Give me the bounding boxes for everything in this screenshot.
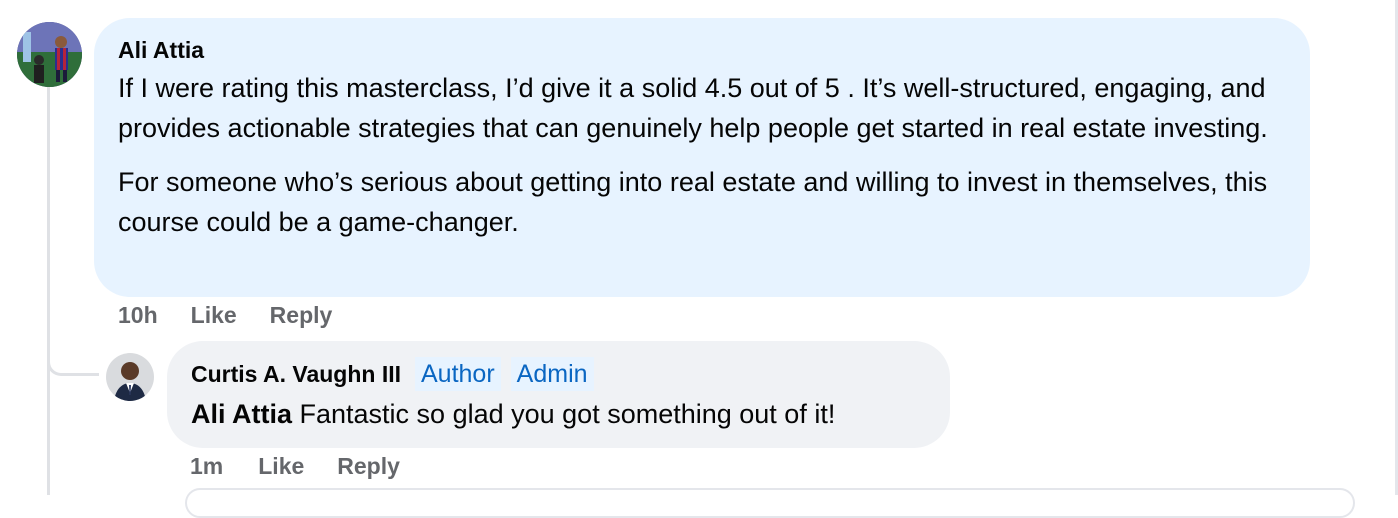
comment-paragraph: For someone who’s serious about getting …	[118, 167, 1268, 237]
comment-bubble: Ali Attia If I were rating this mastercl…	[94, 18, 1310, 297]
reply-message: Fantastic so glad you got something out …	[299, 399, 836, 429]
reply-input-box[interactable]	[185, 488, 1355, 518]
reply-author-name[interactable]: Curtis A. Vaughn III	[191, 360, 401, 388]
like-button[interactable]: Like	[258, 453, 304, 480]
author-badge: Author	[415, 357, 501, 391]
mention-link[interactable]: Ali Attia	[191, 399, 292, 429]
thread-connector-line	[47, 86, 50, 495]
comment-actions: 10h Like Reply	[118, 302, 332, 329]
admin-badge: Admin	[510, 357, 594, 391]
comment-timestamp[interactable]: 10h	[118, 302, 158, 329]
comment-author-name[interactable]: Ali Attia	[118, 36, 204, 64]
reply-button[interactable]: Reply	[337, 453, 400, 480]
reply-header: Curtis A. Vaughn III Author Admin	[191, 357, 926, 391]
avatar[interactable]	[106, 353, 154, 401]
reply-text: Ali Attia Fantastic so glad you got some…	[191, 395, 926, 433]
reply-button[interactable]: Reply	[270, 302, 333, 329]
reply-bubble: Curtis A. Vaughn III Author Admin Ali Atti…	[167, 341, 950, 448]
reply-timestamp[interactable]: 1m	[190, 453, 223, 480]
reply-actions: 1m Like Reply	[190, 453, 400, 480]
profile-photo-icon	[17, 22, 82, 87]
reply-connector-curve	[47, 330, 99, 376]
comment-paragraph: If I were rating this masterclass, I’d g…	[118, 73, 1268, 143]
profile-photo-icon	[106, 353, 154, 401]
like-button[interactable]: Like	[191, 302, 237, 329]
avatar[interactable]	[17, 22, 82, 87]
